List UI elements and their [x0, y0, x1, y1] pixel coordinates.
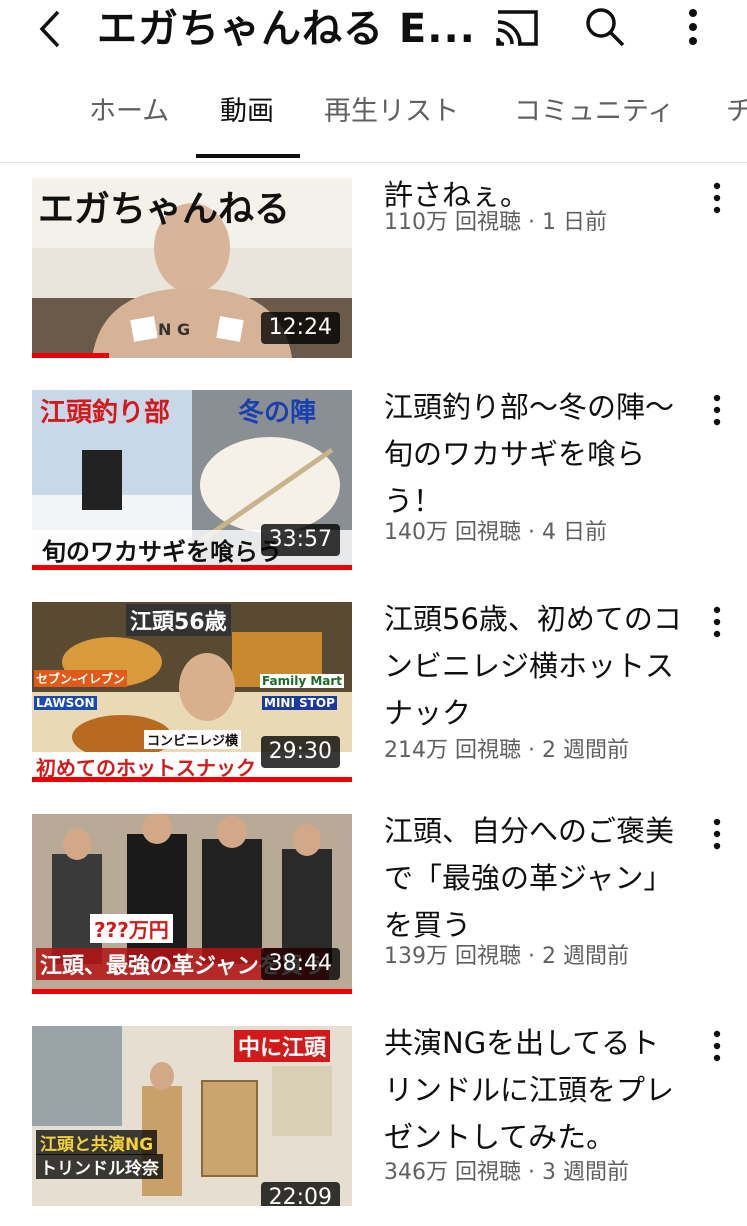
channel-tabs: ホーム 動画 再生リスト コミュニティ チ: [0, 80, 747, 163]
upload-age: 2 週間前: [541, 944, 629, 969]
video-item[interactable]: エガちゃんねる N G 12:24 許さねぇ。 110万 回視聴 · 1 日前: [0, 178, 747, 378]
tab-playlists[interactable]: 再生リスト: [324, 92, 459, 132]
tab-home[interactable]: ホーム: [89, 92, 169, 132]
watch-progress-bar: [32, 989, 352, 994]
app-bar: エガちゃんねる E...: [0, 0, 747, 72]
thumbnail-caption: 江頭と共演NG: [36, 1130, 158, 1155]
search-icon[interactable]: [582, 4, 628, 50]
more-vert-icon[interactable]: [676, 4, 710, 50]
thumbnail-caption: N G: [158, 320, 191, 339]
view-count: 139万 回視聴: [384, 944, 521, 969]
video-thumbnail[interactable]: ???万円 江頭、最強の革ジャンを買う 38:44: [32, 814, 352, 994]
video-item[interactable]: 江頭56歳 セブン-イレブン Family Mart LAWSON MINI S…: [0, 602, 747, 802]
watch-progress-bar: [32, 353, 109, 358]
watch-progress-bar: [32, 565, 352, 570]
thumbnail-caption: トリンドル玲奈: [36, 1154, 163, 1179]
video-duration: 22:09: [260, 1182, 340, 1206]
video-duration: 33:57: [260, 524, 340, 556]
upload-age: 1 日前: [541, 210, 607, 235]
video-title[interactable]: 江頭、自分へのご褒美で「最強の革ジャン」を買う: [384, 808, 684, 949]
thumbnail-caption: 旬のワカサギを喰らう: [42, 538, 282, 566]
active-tab-indicator: [196, 154, 300, 158]
thumbnail-caption: ???万円: [90, 914, 173, 943]
thumbnail-caption: セブン-イレブン: [34, 670, 127, 687]
more-vert-icon[interactable]: [705, 390, 729, 430]
upload-age: 2 週間前: [541, 738, 629, 763]
video-title[interactable]: 江頭56歳、初めてのコンビニレジ横ホットスナック: [384, 596, 684, 737]
view-count: 140万 回視聴: [384, 520, 521, 545]
watch-progress-bar: [32, 777, 352, 782]
tab-community[interactable]: コミュニティ: [514, 92, 674, 132]
thumbnail-caption: 江頭釣り部: [40, 398, 171, 428]
view-count: 110万 回視聴: [384, 210, 521, 235]
thumbnail-caption: 中に江頭: [234, 1030, 331, 1062]
tab-channels[interactable]: チ: [726, 92, 747, 132]
more-vert-icon[interactable]: [705, 814, 729, 854]
view-count: 346万 回視聴: [384, 1160, 521, 1185]
thumbnail-caption: コンビニレジ横: [144, 730, 242, 749]
thumbnail-caption: 江頭56歳: [126, 604, 231, 636]
video-duration: 38:44: [260, 948, 340, 980]
video-metadata: 214万 回視聴 · 2 週間前: [384, 738, 629, 763]
arrow-back-icon[interactable]: [28, 6, 74, 52]
tab-videos[interactable]: 動画: [220, 92, 274, 132]
video-metadata: 110万 回視聴 · 1 日前: [384, 210, 607, 235]
more-vert-icon[interactable]: [705, 602, 729, 642]
video-thumbnail[interactable]: 江頭釣り部 冬の陣 旬のワカサギを喰らう 33:57: [32, 390, 352, 570]
video-duration: 29:30: [260, 736, 340, 768]
video-thumbnail[interactable]: 中に江頭 江頭と共演NG トリンドル玲奈 22:09: [32, 1026, 352, 1206]
video-thumbnail[interactable]: エガちゃんねる N G 12:24: [32, 178, 352, 358]
thumbnail-caption: 冬の陣: [238, 398, 317, 428]
video-item[interactable]: ???万円 江頭、最強の革ジャンを買う 38:44 江頭、自分へのご褒美で「最強…: [0, 814, 747, 1014]
thumbnail-caption: LAWSON: [34, 696, 97, 710]
upload-age: 4 日前: [541, 520, 607, 545]
thumbnail-caption: MINI STOP: [262, 696, 337, 710]
video-title[interactable]: 江頭釣り部〜冬の陣〜 旬のワカサギを喰らう！: [384, 384, 703, 525]
video-item[interactable]: 江頭釣り部 冬の陣 旬のワカサギを喰らう 33:57 江頭釣り部〜冬の陣〜 旬の…: [0, 390, 747, 590]
cast-icon[interactable]: [492, 8, 542, 48]
video-item[interactable]: 中に江頭 江頭と共演NG トリンドル玲奈 22:09 共演NGを出してるトリンド…: [0, 1026, 747, 1226]
video-thumbnail[interactable]: 江頭56歳 セブン-イレブン Family Mart LAWSON MINI S…: [32, 602, 352, 782]
video-metadata: 139万 回視聴 · 2 週間前: [384, 944, 629, 969]
more-vert-icon[interactable]: [705, 178, 729, 218]
thumbnail-caption: Family Mart: [260, 674, 345, 688]
video-metadata: 140万 回視聴 · 4 日前: [384, 520, 607, 545]
view-count: 214万 回視聴: [384, 738, 521, 763]
more-vert-icon[interactable]: [705, 1026, 729, 1066]
video-metadata: 346万 回視聴 · 3 週間前: [384, 1160, 629, 1185]
channel-title: エガちゃんねる E...: [97, 6, 476, 52]
video-title[interactable]: 共演NGを出してるトリンドルに江頭をプレゼントしてみた。: [384, 1020, 684, 1161]
upload-age: 3 週間前: [541, 1160, 629, 1185]
video-duration: 12:24: [260, 312, 340, 344]
thumbnail-caption: エガちゃんねる: [38, 188, 291, 230]
